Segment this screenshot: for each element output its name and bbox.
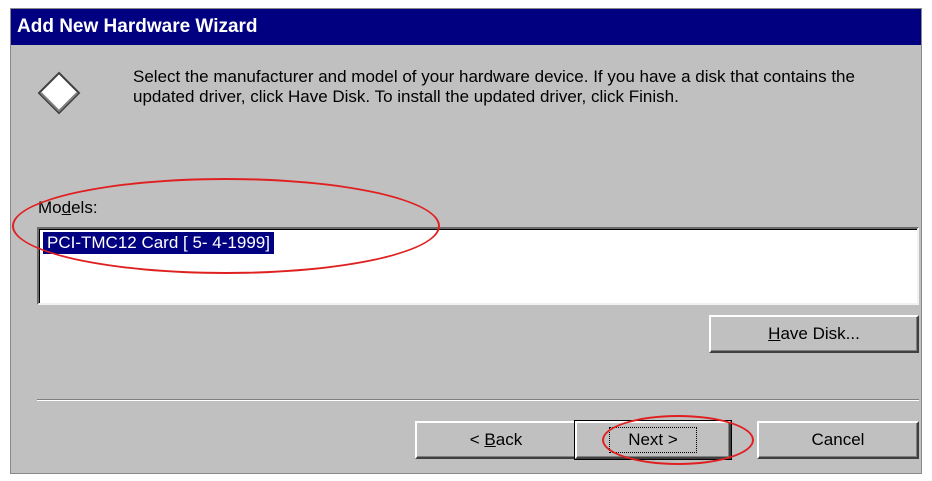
- back-button[interactable]: < Back: [415, 421, 577, 459]
- instruction-text: Select the manufacturer and model of you…: [133, 67, 855, 106]
- diamond-icon: [37, 71, 81, 115]
- wizard-dialog: Add New Hardware Wizard Select the manuf…: [10, 8, 922, 474]
- title-bar: Add New Hardware Wizard: [11, 9, 921, 45]
- models-listbox[interactable]: PCI-TMC12 Card [ 5- 4-1999]: [37, 227, 919, 305]
- list-item[interactable]: PCI-TMC12 Card [ 5- 4-1999]: [43, 232, 274, 254]
- models-label: Models:: [38, 198, 98, 217]
- have-disk-button[interactable]: Have Disk...: [709, 315, 919, 353]
- separator: [37, 399, 919, 401]
- window-title: Add New Hardware Wizard: [17, 16, 258, 37]
- cancel-button[interactable]: Cancel: [757, 421, 919, 459]
- next-button[interactable]: Next >: [574, 420, 732, 460]
- next-label: Next >: [609, 427, 697, 453]
